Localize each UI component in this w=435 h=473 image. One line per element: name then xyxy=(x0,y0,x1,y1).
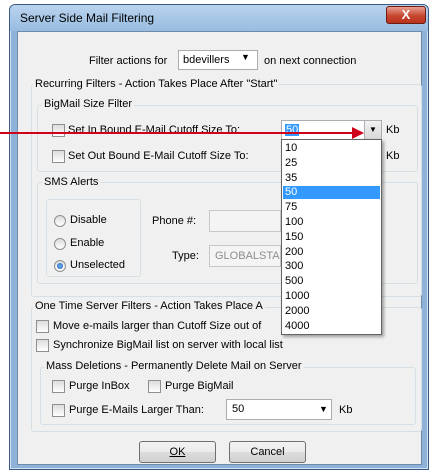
user-select-value: bdevillers xyxy=(183,54,230,66)
cancel-button[interactable]: Cancel xyxy=(229,441,306,463)
inbound-cutoff-label: Set In Bound E-Mail Cutoff Size To: xyxy=(68,124,241,136)
dropdown-option[interactable]: 150 xyxy=(283,231,380,244)
phone-label: Phone #: xyxy=(152,215,197,227)
type-select[interactable]: GLOBALSTA xyxy=(209,245,281,267)
recurring-filters-legend: Recurring Filters - Action Takes Place A… xyxy=(33,78,280,90)
chevron-down-icon: ▼ xyxy=(241,52,250,62)
window-title: Server Side Mail Filtering xyxy=(20,11,155,25)
sync-bigmail-checkbox[interactable] xyxy=(36,339,49,352)
ok-button-label: OK xyxy=(169,446,186,458)
unselected-radio[interactable] xyxy=(54,260,66,272)
dropdown-option[interactable]: 1000 xyxy=(283,290,380,303)
ok-button[interactable]: OK xyxy=(139,441,216,463)
outbound-cutoff-checkbox[interactable] xyxy=(52,150,65,163)
arrow-right-icon xyxy=(352,127,364,139)
dropdown-option[interactable]: 200 xyxy=(283,246,380,259)
sync-bigmail-label: Synchronize BigMail list on server with … xyxy=(53,339,283,351)
annotation-arrow-line xyxy=(0,132,353,134)
phone-input[interactable] xyxy=(209,210,281,232)
dropdown-option[interactable]: 25 xyxy=(283,157,380,170)
mass-deletions-legend: Mass Deletions - Permanently Delete Mail… xyxy=(44,360,304,372)
dropdown-option[interactable]: 75 xyxy=(283,201,380,214)
inbound-kb-label: Kb xyxy=(386,124,400,136)
dropdown-option[interactable]: 10 xyxy=(283,142,380,155)
bigmail-size-legend: BigMail Size Filter xyxy=(42,98,135,110)
dropdown-option[interactable]: 100 xyxy=(283,216,380,229)
inbound-cutoff-checkbox[interactable] xyxy=(52,124,65,137)
dropdown-option[interactable]: 4000 xyxy=(283,320,380,333)
filter-actions-label: Filter actions for xyxy=(89,55,168,67)
purge-kb-label: Kb xyxy=(339,404,353,416)
dropdown-option[interactable]: 2000 xyxy=(283,305,380,318)
purge-bigmail-checkbox[interactable] xyxy=(148,380,161,393)
outbound-cutoff-label: Set Out Bound E-Mail Cutoff Size To: xyxy=(68,150,249,162)
purge-size-value: 50 xyxy=(232,403,245,415)
disable-radio-label: Disable xyxy=(70,214,107,226)
dropdown-option[interactable]: 35 xyxy=(283,172,380,185)
next-connection-label: on next connection xyxy=(264,55,357,67)
chevron-down-icon: ▼ xyxy=(319,404,328,414)
dropdown-option[interactable]: 300 xyxy=(283,260,380,273)
move-emails-checkbox[interactable] xyxy=(36,320,49,333)
purge-larger-label: Purge E-Mails Larger Than: xyxy=(69,404,204,416)
cutoff-size-dropdown-list: 10 25 35 50 75 100 150 200 300 500 1000 2000 4000 xyxy=(281,139,382,335)
move-emails-label: Move e-mails larger than Cutoff Size out… xyxy=(53,320,262,332)
dropdown-option[interactable]: 500 xyxy=(283,275,380,288)
disable-radio[interactable] xyxy=(54,215,66,227)
purge-inbox-checkbox[interactable] xyxy=(52,380,65,393)
sms-alerts-legend: SMS Alerts xyxy=(42,176,101,188)
cancel-button-label: Cancel xyxy=(250,446,285,458)
inbound-cutoff-combo[interactable]: 50 ▼ xyxy=(281,120,382,140)
chevron-down-icon[interactable]: ▼ xyxy=(364,121,381,139)
purge-inbox-label: Purge InBox xyxy=(69,380,130,392)
type-select-value: GLOBALSTA xyxy=(215,250,280,262)
purge-size-combo[interactable]: 50 ▼ xyxy=(226,399,332,420)
user-select[interactable]: bdevillers ▼ xyxy=(178,50,258,70)
close-button[interactable]: X xyxy=(386,6,426,24)
purge-bigmail-label: Purge BigMail xyxy=(165,380,234,392)
enable-radio-label: Enable xyxy=(70,237,105,249)
dropdown-option[interactable]: 50 xyxy=(283,186,380,200)
purge-larger-checkbox[interactable] xyxy=(52,404,65,417)
type-label: Type: xyxy=(172,250,199,262)
unselected-radio-label: Unselected xyxy=(70,259,126,271)
inbound-cutoff-value: 50 xyxy=(285,124,300,136)
onetime-filters-legend: One Time Server Filters - Action Takes P… xyxy=(33,300,265,312)
enable-radio[interactable] xyxy=(54,238,66,250)
outbound-kb-label: Kb xyxy=(386,150,400,162)
